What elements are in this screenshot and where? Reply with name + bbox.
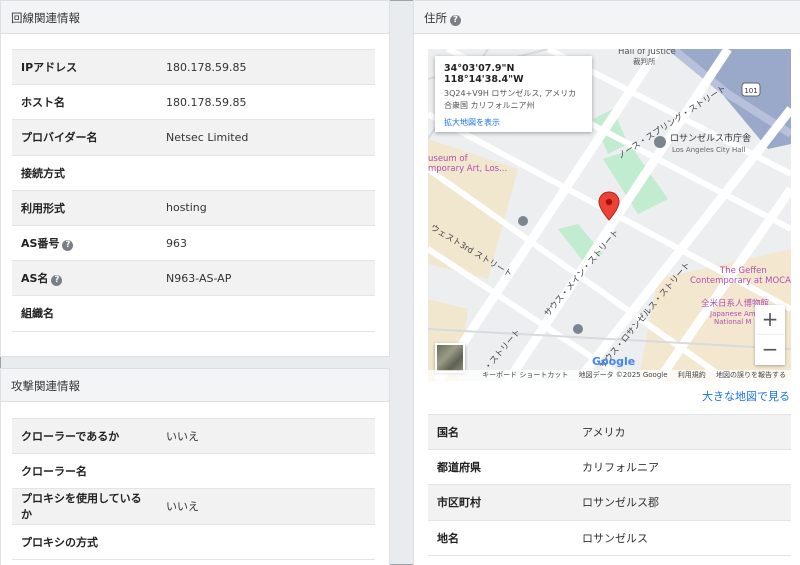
keyboard-shortcuts-link[interactable]: キーボード ショートカット: [482, 371, 568, 379]
map-label-city-hall-en: Los Angeles City Hall: [672, 146, 745, 154]
row-value: [157, 295, 375, 332]
line-info-table: IPアドレス 180.178.59.85 ホスト名 180.178.59.85 プロ…: [12, 48, 375, 332]
row-value: [157, 154, 375, 191]
poi-icon: [518, 216, 528, 226]
help-icon[interactable]: ?: [450, 15, 461, 26]
table-row: 国名 アメリカ: [428, 413, 791, 450]
table-row: クローラー名: [12, 453, 375, 489]
row-value: いいえ: [157, 417, 375, 454]
google-logo: Google: [592, 355, 635, 368]
row-value: hosting: [157, 189, 375, 226]
map-address: 3Q24+V9H ロサンゼルス, アメリカ合衆国 カリフォルニア州: [444, 89, 577, 110]
row-label: クローラー名: [12, 453, 157, 489]
view-larger-map-link[interactable]: 大きな地図で見る: [702, 388, 790, 404]
table-row: プロバイダー名 Netsec Limited: [12, 119, 375, 156]
attack-info-card: 攻撃関連情報 クローラーであるか いいえ クローラー名 プロキシを使用しているかい…: [0, 368, 390, 565]
row-label: クローラーであるか: [12, 417, 157, 454]
row-value: 180.178.59.85: [157, 48, 375, 85]
map-coordinates: 34°03'07.9"N 118°14'38.4"W: [444, 63, 524, 85]
row-value: N963-AS-AP: [157, 260, 375, 296]
table-row: 組織名: [12, 295, 375, 332]
row-value: アメリカ: [573, 413, 791, 450]
poi-icon: [573, 324, 583, 334]
row-value: 180.178.59.85: [157, 84, 375, 120]
table-row: プロキシの方式: [12, 523, 375, 560]
row-value: ロサンゼルス: [573, 519, 791, 556]
row-value: カリフォルニア: [573, 449, 791, 485]
row-value: [157, 453, 375, 489]
row-label-with-help: AS名?: [12, 260, 157, 296]
row-label: プロキシの方式: [12, 523, 157, 560]
table-row: ホスト名 180.178.59.85: [12, 84, 375, 120]
zoom-in-button[interactable]: +: [755, 305, 785, 335]
row-value: [157, 523, 375, 560]
row-label: 接続方式: [12, 154, 157, 191]
attack-info-title: 攻撃関連情報: [1, 369, 389, 402]
row-label: 都道府県: [428, 449, 573, 485]
table-row: 市区町村 ロサンゼルス郡: [428, 484, 791, 521]
map-label-court: 裁判所: [633, 56, 656, 66]
table-row: 接続方式: [12, 154, 375, 191]
row-label: 地名: [428, 519, 573, 556]
table-row: 都道府県 カリフォルニア: [428, 449, 791, 485]
row-value: ロサンゼルス郡: [573, 484, 791, 521]
attack-info-table: クローラーであるか いいえ クローラー名 プロキシを使用しているか いいえ プロキシ…: [12, 417, 375, 560]
map-label-city-hall[interactable]: ロサンゼルス市庁舎: [670, 132, 751, 144]
zoom-out-button[interactable]: −: [755, 335, 785, 365]
map-attribution: キーボード ショートカット 地図データ ©2025 Google 利用規約 地図…: [428, 370, 791, 381]
row-label: AS名: [21, 272, 49, 286]
table-row: AS名? N963-AS-AP: [12, 260, 375, 296]
map-data-text: 地図データ ©2025 Google: [578, 371, 668, 379]
row-label: 利用形式: [12, 189, 157, 226]
row-label: IPアドレス: [12, 48, 157, 85]
table-row: プロキシを使用しているか いいえ: [12, 488, 375, 525]
address-table-wrap: 国名 アメリカ 都道府県 カリフォルニア 市区町村 ロサンゼルス郡 地名 ロサンゼルス: [428, 413, 791, 556]
row-label: 国名: [428, 413, 573, 450]
table-row: 利用形式 hosting: [12, 189, 375, 226]
row-label-with-help: AS番号?: [12, 224, 157, 261]
report-error-link[interactable]: 地図の誤りを報告する: [716, 371, 786, 379]
row-value: 963: [157, 224, 375, 261]
highway-label: 101: [744, 87, 757, 95]
satellite-toggle-icon[interactable]: [435, 343, 465, 373]
row-label: 組織名: [12, 295, 157, 332]
row-value: いいえ: [157, 488, 375, 525]
row-label: AS番号: [21, 237, 60, 251]
row-label: ホスト名: [12, 84, 157, 120]
table-row: IPアドレス 180.178.59.85: [12, 48, 375, 85]
row-value: Netsec Limited: [157, 119, 375, 156]
enlarge-map-link[interactable]: 拡大地図を表示: [444, 117, 583, 128]
table-row: AS番号? 963: [12, 224, 375, 261]
row-label: プロキシを使用しているか: [12, 488, 157, 525]
table-row: クローラーであるか いいえ: [12, 417, 375, 454]
row-label: プロバイダー名: [12, 119, 157, 156]
map-info-popup: 34°03'07.9"N 118°14'38.4"W 3Q24+V9H ロサンゼ…: [435, 56, 592, 132]
line-info-card: 回線関連情報 IPアドレス 180.178.59.85 ホスト名 180.178.5…: [0, 0, 390, 357]
address-header: 住所?: [414, 1, 800, 34]
terms-link[interactable]: 利用規約: [678, 371, 706, 379]
table-row: 地名 ロサンゼルス: [428, 519, 791, 556]
help-icon[interactable]: ?: [62, 240, 74, 252]
row-label: 市区町村: [428, 484, 573, 521]
line-info-title: 回線関連情報: [1, 1, 389, 34]
map-label-hall-of-justice: Hall of Justice: [618, 49, 676, 57]
address-title: 住所: [424, 11, 447, 25]
address-table: 国名 アメリカ 都道府県 カリフォルニア 市区町村 ロサンゼルス郡 地名 ロサンゼルス: [428, 413, 791, 556]
help-icon[interactable]: ?: [51, 275, 63, 287]
